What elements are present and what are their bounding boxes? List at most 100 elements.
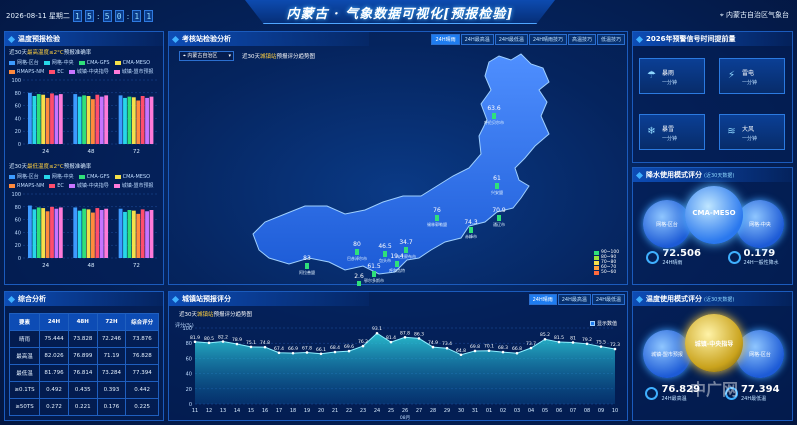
legend-item[interactable]: 网格-区台	[9, 59, 39, 66]
data-point[interactable]	[599, 345, 603, 348]
tab[interactable]: 低温技巧	[596, 34, 625, 45]
legend-item[interactable]: CMA-MESO	[114, 59, 150, 66]
data-point[interactable]	[263, 345, 267, 349]
legend-item[interactable]: 网格-中央	[43, 59, 74, 66]
data-point[interactable]	[515, 351, 519, 355]
data-point[interactable]	[319, 352, 323, 356]
bar[interactable]	[145, 97, 149, 144]
bar[interactable]	[145, 211, 149, 258]
bar[interactable]	[36, 207, 41, 258]
bar[interactable]	[95, 94, 100, 144]
data-point[interactable]	[571, 341, 575, 344]
data-point[interactable]	[529, 346, 533, 350]
legend-item[interactable]: EC	[49, 182, 64, 189]
bar[interactable]	[50, 93, 54, 144]
table-row[interactable]: 晴雨 75.444 73.828 72.246 73.876	[8, 330, 159, 348]
map-station-bar[interactable]	[492, 113, 496, 119]
data-point[interactable]	[333, 350, 337, 354]
tab[interactable]: 高温技巧	[567, 34, 596, 45]
map-station-bar[interactable]	[469, 227, 473, 233]
bar[interactable]	[91, 99, 95, 144]
legend-item[interactable]: RMAPS-NM	[9, 182, 44, 189]
bar[interactable]	[41, 94, 46, 144]
bar[interactable]	[104, 208, 109, 258]
data-point[interactable]	[403, 335, 407, 339]
tab[interactable]: 24H最低温	[494, 34, 528, 45]
legend-item[interactable]: CMA-GFS	[78, 59, 110, 66]
legend-item[interactable]: 网格-区台	[9, 173, 39, 180]
bar[interactable]	[86, 209, 91, 258]
bar[interactable]	[36, 94, 41, 144]
bar[interactable]	[77, 210, 82, 258]
bar[interactable]	[32, 209, 37, 258]
tab[interactable]: 24H最高温	[557, 294, 591, 305]
bar[interactable]	[91, 212, 95, 258]
data-point[interactable]	[375, 331, 379, 335]
data-point[interactable]	[207, 341, 211, 345]
warning-card[interactable]: ❄ 暴雪 一分钟	[639, 114, 705, 150]
warning-card[interactable]: ⚡ 雷电 一分钟	[719, 58, 785, 94]
bar[interactable]	[82, 95, 86, 144]
tab[interactable]: 24H最低温	[591, 294, 625, 305]
legend-item[interactable]: EC	[49, 68, 64, 75]
bar[interactable]	[28, 205, 32, 258]
table-row[interactable]: 最高温 82.026 76.899 71.19 76.828	[8, 347, 159, 365]
legend-item[interactable]: 城镇-中央指导	[68, 68, 109, 75]
data-point[interactable]	[585, 342, 589, 346]
data-point[interactable]	[613, 347, 617, 351]
bar[interactable]	[136, 213, 141, 258]
bar[interactable]	[104, 95, 109, 144]
data-point[interactable]	[305, 351, 309, 354]
bar[interactable]	[149, 210, 154, 258]
bar[interactable]	[86, 96, 91, 144]
bar[interactable]	[136, 100, 141, 144]
bar[interactable]	[99, 210, 104, 258]
legend-item[interactable]: 城镇-盟市预报	[113, 182, 154, 189]
bar[interactable]	[50, 206, 54, 258]
legend-item[interactable]: CMA-GFS	[78, 173, 110, 180]
bar[interactable]	[123, 211, 127, 258]
table-row[interactable]: ≥0.1TS 0.492 0.435 0.393 0.442	[8, 381, 159, 399]
data-point[interactable]	[417, 337, 421, 340]
data-point[interactable]	[221, 340, 225, 343]
bar[interactable]	[73, 207, 78, 258]
map-station-bar[interactable]	[357, 281, 361, 286]
data-point[interactable]	[445, 346, 449, 350]
tab[interactable]: 24H晴雨技巧	[528, 34, 567, 45]
map-station-bar[interactable]	[383, 251, 387, 257]
table-row[interactable]: 最低温 81.796 76.814 73.284 77.394	[8, 364, 159, 382]
bar[interactable]	[28, 92, 32, 144]
warning-card[interactable]: ☂ 暴雨 一分钟	[639, 58, 705, 94]
bar[interactable]	[54, 208, 59, 258]
map-station-bar[interactable]	[305, 263, 309, 269]
bar[interactable]	[58, 94, 63, 144]
data-point[interactable]	[487, 349, 491, 353]
data-point[interactable]	[473, 349, 477, 353]
tab[interactable]: 24H最高温	[460, 34, 494, 45]
bar[interactable]	[140, 96, 145, 144]
location[interactable]: ⌖ 内蒙古自治区气象台	[720, 10, 789, 20]
tab[interactable]: 24H晴雨	[431, 34, 460, 45]
bar[interactable]	[123, 97, 127, 144]
map-station-bar[interactable]	[395, 261, 399, 267]
map-station-bar[interactable]	[355, 249, 359, 255]
bar[interactable]	[73, 94, 78, 144]
bar[interactable]	[131, 210, 136, 258]
legend-item[interactable]: CMA-MESO	[114, 173, 150, 180]
map-station-bar[interactable]	[497, 215, 501, 221]
bar[interactable]	[131, 97, 136, 144]
bar[interactable]	[77, 96, 82, 144]
legend-item[interactable]: RMAPS-NM	[9, 68, 44, 75]
table-row[interactable]: ≥50TS 0.272 0.221 0.176 0.225	[8, 398, 159, 416]
bar[interactable]	[45, 211, 50, 258]
bar[interactable]	[54, 95, 59, 144]
bar[interactable]	[95, 208, 100, 258]
data-point[interactable]	[431, 345, 435, 349]
data-point[interactable]	[193, 340, 197, 344]
data-point[interactable]	[361, 344, 365, 348]
data-point[interactable]	[543, 337, 547, 341]
bar[interactable]	[99, 96, 104, 144]
data-point[interactable]	[249, 345, 253, 349]
data-point[interactable]	[277, 351, 281, 355]
bar[interactable]	[82, 208, 86, 258]
